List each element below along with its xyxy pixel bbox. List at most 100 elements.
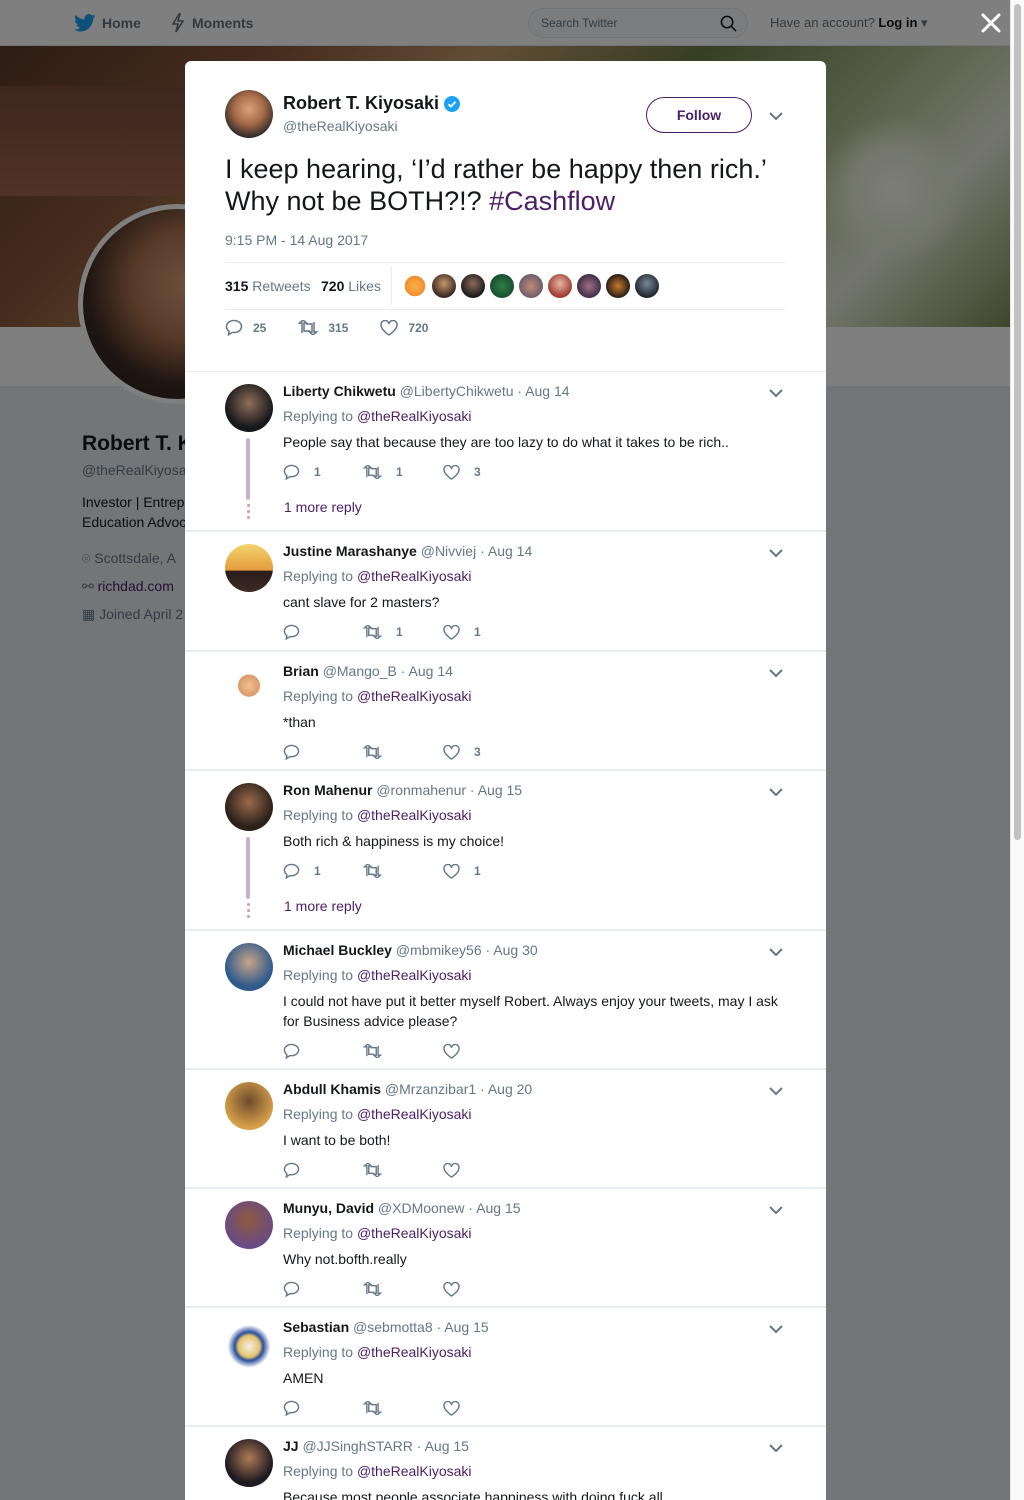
like-button[interactable] [443, 1160, 523, 1180]
reply-tweet[interactable]: Michael Buckley @mbmikey56 · Aug 30 Repl… [185, 930, 826, 1069]
reply-author-name[interactable]: Brian [283, 663, 319, 679]
liker-avatar[interactable] [403, 274, 427, 298]
reply-button[interactable] [283, 622, 363, 642]
reply-author-handle[interactable]: @Mango_B [323, 663, 397, 679]
reply-tweet[interactable]: Ron Mahenur @ronmahenur · Aug 15 Replyin… [185, 770, 826, 930]
tweet-timestamp[interactable]: 9:15 PM - 14 Aug 2017 [225, 232, 368, 248]
replying-mention[interactable]: @theRealKiyosaki [357, 688, 472, 704]
replying-mention[interactable]: @theRealKiyosaki [357, 967, 472, 983]
reply-tweet[interactable]: JJ @JJSinghSTARR · Aug 15 Replying to @t… [185, 1426, 826, 1500]
reply-author-handle[interactable]: @Nivviej [421, 543, 476, 559]
more-replies-link[interactable]: 1 more reply [284, 499, 362, 515]
retweet-button[interactable]: 315 [298, 319, 348, 336]
reply-author-handle[interactable]: @LibertyChikwetu [400, 383, 514, 399]
replying-mention[interactable]: @theRealKiyosaki [357, 408, 472, 424]
reply-date[interactable]: Aug 14 [525, 383, 569, 399]
reply-avatar[interactable] [225, 1201, 273, 1249]
liker-avatar[interactable] [519, 274, 543, 298]
reply-author-handle[interactable]: @mbmikey56 [396, 942, 482, 958]
retweet-button[interactable] [363, 1160, 443, 1180]
reply-avatar[interactable] [225, 664, 273, 712]
reply-date[interactable]: Aug 15 [476, 1200, 520, 1216]
liker-avatar[interactable] [577, 274, 601, 298]
author-handle[interactable]: @theRealKiyosaki [283, 118, 398, 134]
reply-author-handle[interactable]: @Mrzanzibar1 [385, 1081, 476, 1097]
like-button[interactable]: 3 [443, 742, 523, 762]
likes-stat[interactable]: 720 Likes [321, 278, 381, 294]
author-avatar[interactable] [225, 90, 273, 138]
reply-date[interactable]: Aug 14 [409, 663, 453, 679]
chevron-down-icon[interactable] [768, 1202, 784, 1218]
retweet-button[interactable] [363, 1041, 443, 1061]
reply-tweet[interactable]: Liberty Chikwetu @LibertyChikwetu · Aug … [185, 371, 826, 531]
reply-avatar[interactable] [225, 943, 273, 991]
reply-avatar[interactable] [225, 783, 273, 831]
chevron-down-icon[interactable] [768, 1083, 784, 1099]
like-button[interactable] [443, 1279, 523, 1299]
liker-avatar[interactable] [432, 274, 456, 298]
reply-date[interactable]: Aug 30 [493, 942, 537, 958]
retweets-stat[interactable]: 315 Retweets [225, 278, 311, 294]
reply-author-name[interactable]: Justine Marashanye [283, 543, 417, 559]
reply-author-name[interactable]: JJ [283, 1438, 299, 1454]
liker-avatar[interactable] [490, 274, 514, 298]
reply-author-name[interactable]: Abdull Khamis [283, 1081, 381, 1097]
chevron-down-icon[interactable] [768, 1440, 784, 1456]
retweet-button[interactable]: 1 [363, 462, 443, 482]
replying-mention[interactable]: @theRealKiyosaki [357, 1106, 472, 1122]
replying-mention[interactable]: @theRealKiyosaki [357, 1463, 472, 1479]
chevron-down-icon[interactable] [768, 385, 784, 401]
like-button[interactable]: 1 [443, 861, 523, 881]
reply-date[interactable]: Aug 20 [488, 1081, 532, 1097]
chevron-down-icon[interactable] [768, 108, 784, 124]
retweet-button[interactable] [363, 742, 443, 762]
retweet-button[interactable] [363, 1279, 443, 1299]
chevron-down-icon[interactable] [768, 665, 784, 681]
reply-tweet[interactable]: Munyu, David @XDMoonew · Aug 15 Replying… [185, 1188, 826, 1307]
reply-button[interactable]: 25 [225, 319, 266, 336]
reply-tweet[interactable]: Abdull Khamis @Mrzanzibar1 · Aug 20 Repl… [185, 1069, 826, 1188]
reply-avatar[interactable] [225, 544, 273, 592]
like-button[interactable]: 720 [380, 319, 428, 336]
page-scrollbar[interactable] [1010, 0, 1024, 1500]
liker-avatar[interactable] [606, 274, 630, 298]
reply-tweet[interactable]: Justine Marashanye @Nivviej · Aug 14 Rep… [185, 531, 826, 651]
reply-author-name[interactable]: Michael Buckley [283, 942, 392, 958]
close-icon[interactable] [976, 8, 1006, 38]
reply-tweet[interactable]: Brian @Mango_B · Aug 14 Replying to @the… [185, 651, 826, 770]
reply-avatar[interactable] [225, 1082, 273, 1130]
reply-author-handle[interactable]: @JJSinghSTARR [302, 1438, 412, 1454]
retweet-button[interactable] [363, 861, 443, 881]
replying-mention[interactable]: @theRealKiyosaki [357, 807, 472, 823]
reply-author-name[interactable]: Munyu, David [283, 1200, 374, 1216]
like-button[interactable] [443, 1041, 523, 1061]
reply-author-name[interactable]: Ron Mahenur [283, 782, 372, 798]
reply-button[interactable] [283, 1160, 363, 1180]
reply-tweet[interactable]: Sebastian @sebmotta8 · Aug 15 Replying t… [185, 1307, 826, 1426]
liker-avatar[interactable] [548, 274, 572, 298]
liker-avatar[interactable] [635, 274, 659, 298]
reply-date[interactable]: Aug 15 [478, 782, 522, 798]
replying-mention[interactable]: @theRealKiyosaki [357, 1344, 472, 1360]
liker-avatar[interactable] [461, 274, 485, 298]
reply-button[interactable]: 1 [283, 462, 363, 482]
follow-button[interactable]: Follow [646, 97, 752, 133]
reply-button[interactable] [283, 1279, 363, 1299]
like-button[interactable] [443, 1398, 523, 1418]
chevron-down-icon[interactable] [768, 1321, 784, 1337]
reply-button[interactable] [283, 1041, 363, 1061]
reply-date[interactable]: Aug 15 [425, 1438, 469, 1454]
chevron-down-icon[interactable] [768, 784, 784, 800]
retweet-button[interactable] [363, 1398, 443, 1418]
reply-button[interactable] [283, 1398, 363, 1418]
reply-date[interactable]: Aug 14 [488, 543, 532, 559]
reply-button[interactable] [283, 742, 363, 762]
more-replies-link[interactable]: 1 more reply [284, 898, 362, 914]
reply-button[interactable]: 1 [283, 861, 363, 881]
reply-author-handle[interactable]: @XDMoonew [378, 1200, 465, 1216]
reply-date[interactable]: Aug 15 [444, 1319, 488, 1335]
reply-author-handle[interactable]: @sebmotta8 [353, 1319, 433, 1335]
hashtag-link[interactable]: #Cashflow [489, 186, 615, 216]
reply-avatar[interactable] [225, 1320, 273, 1368]
replying-mention[interactable]: @theRealKiyosaki [357, 568, 472, 584]
